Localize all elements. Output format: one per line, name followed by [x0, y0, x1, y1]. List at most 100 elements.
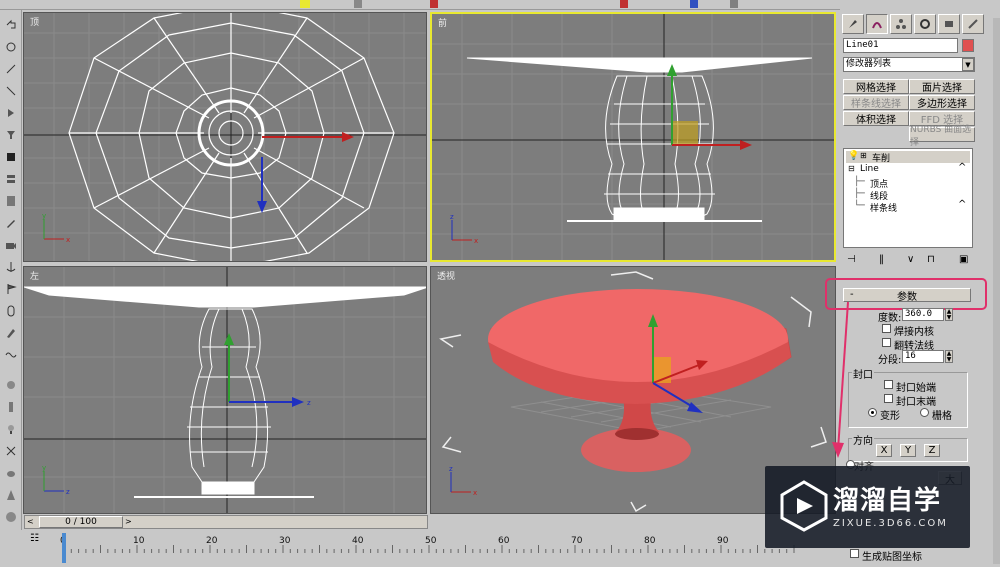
viewport-top[interactable]: x y 顶: [23, 12, 427, 262]
modifier-stack[interactable]: 💡 ⊞ 车削 ⊟ Line ^ ├─ 顶点 ├─ 线段 └─ 样条线 ^: [843, 148, 973, 248]
degrees-label: 度数:: [878, 313, 902, 324]
collapse-icon[interactable]: ⊟: [848, 164, 855, 173]
degrees-input[interactable]: 360.0: [902, 308, 944, 321]
weld-core-checkbox[interactable]: [882, 324, 891, 333]
teapot-icon[interactable]: [3, 466, 18, 480]
layer-stack-icon[interactable]: [3, 194, 18, 208]
wave-icon[interactable]: [3, 348, 18, 362]
move-tool-icon[interactable]: [354, 0, 362, 8]
volume-select-button[interactable]: 体积选择: [843, 111, 909, 126]
viewport-label-perspective[interactable]: 透视: [437, 269, 455, 282]
stack-item-line[interactable]: ⊟ Line ^: [846, 162, 970, 176]
bind-icon[interactable]: [3, 106, 18, 120]
params-rollout-header[interactable]: - 参数: [843, 288, 971, 303]
svg-text:x: x: [66, 236, 70, 244]
filter-icon[interactable]: [3, 128, 18, 142]
slider-right-arrow[interactable]: >: [125, 517, 135, 527]
brush-icon[interactable]: [3, 326, 18, 340]
render-tool-icon[interactable]: [620, 0, 628, 8]
chevron-up-icon[interactable]: ^: [958, 199, 966, 210]
slider-left-arrow[interactable]: <: [27, 517, 37, 527]
stack-item-spline[interactable]: └─ 样条线 ^: [846, 199, 970, 214]
grid-radio[interactable]: [920, 408, 929, 417]
time-slider[interactable]: < 0 / 100 >: [24, 515, 428, 529]
box-select-icon[interactable]: [3, 150, 18, 164]
stack-item-segment[interactable]: ├─ 线段: [846, 189, 970, 202]
left-gizmo[interactable]: z: [224, 333, 311, 407]
stack-item-vertex[interactable]: ├─ 顶点: [846, 177, 970, 190]
ruler-label: 20: [206, 536, 218, 546]
direction-x-button[interactable]: X: [876, 444, 892, 457]
nurbs-select-button[interactable]: NURBS 曲面选择: [909, 125, 975, 148]
lightbulb-icon[interactable]: 💡: [848, 151, 859, 161]
link-icon[interactable]: [3, 62, 18, 76]
viewport-label-left[interactable]: 左: [30, 269, 39, 282]
make-unique-icon[interactable]: ∨: [907, 254, 914, 265]
select-tool-icon[interactable]: [300, 0, 310, 8]
flag-icon[interactable]: [3, 282, 18, 296]
poly-select-button[interactable]: 多边形选择: [909, 95, 975, 110]
viewport-front[interactable]: x z 前: [430, 12, 836, 262]
direction-z-button[interactable]: Z: [924, 444, 940, 457]
rollout-collapse-icon[interactable]: -: [850, 289, 854, 300]
tube-icon[interactable]: [3, 304, 18, 318]
configure-sets-icon[interactable]: ▣: [959, 254, 968, 265]
bone-icon[interactable]: [3, 400, 18, 414]
unlink-icon[interactable]: [3, 84, 18, 98]
redo-icon[interactable]: [3, 40, 18, 54]
cap-start-checkbox[interactable]: [884, 380, 893, 389]
scale-tool-icon[interactable]: [430, 0, 438, 8]
morph-radio[interactable]: [868, 408, 877, 417]
left-axis-tripod: z y: [42, 464, 70, 496]
utilities-tab-icon[interactable]: [962, 14, 984, 34]
spline-select-button[interactable]: 样条线选择: [843, 95, 909, 110]
viewport-left[interactable]: z z y 左: [23, 266, 427, 514]
layer-icon[interactable]: [3, 172, 18, 186]
sphere-icon[interactable]: [3, 510, 18, 524]
camera-icon[interactable]: [3, 238, 18, 252]
viewport-label-front[interactable]: 前: [438, 16, 447, 29]
undo-icon[interactable]: [3, 18, 18, 32]
object-color-swatch[interactable]: [962, 39, 974, 52]
degrees-spinner[interactable]: ▲ ▼: [945, 308, 953, 321]
hand-icon[interactable]: [3, 378, 18, 392]
create-tab-icon[interactable]: [842, 14, 864, 34]
pin-stack-icon[interactable]: ⊣: [847, 254, 856, 265]
perspective-table[interactable]: [488, 289, 792, 472]
pen-icon[interactable]: [3, 216, 18, 230]
perspective-axis-tripod: x z: [449, 465, 477, 497]
modify-tab-icon[interactable]: [866, 14, 888, 34]
display-tab-icon[interactable]: [938, 14, 960, 34]
flip-normals-checkbox[interactable]: [882, 338, 891, 347]
segments-input[interactable]: 16: [902, 350, 944, 363]
current-frame-marker[interactable]: [62, 533, 66, 563]
cone-icon[interactable]: [3, 488, 18, 502]
material-tool-icon[interactable]: [690, 0, 698, 8]
direction-y-button[interactable]: Y: [900, 444, 916, 457]
light-icon[interactable]: [3, 422, 18, 436]
segments-spinner[interactable]: ▲ ▼: [945, 350, 953, 363]
track-bar-toggle-icon[interactable]: ☷: [30, 533, 48, 547]
chevron-up-icon[interactable]: ^: [958, 162, 966, 173]
object-name-field[interactable]: Line01: [843, 38, 958, 53]
front-gizmo[interactable]: [667, 64, 752, 150]
mesh-select-button[interactable]: 网格选择: [843, 79, 909, 94]
curve-editor-icon[interactable]: [730, 0, 738, 8]
gen-mapping-checkbox[interactable]: [850, 549, 859, 558]
helper-icon[interactable]: [3, 444, 18, 458]
modifier-list-dropdown[interactable]: 修改器列表: [843, 57, 975, 72]
frame-counter[interactable]: 0 / 100: [39, 516, 123, 528]
hierarchy-tab-icon[interactable]: [890, 14, 912, 34]
motion-tab-icon[interactable]: [914, 14, 936, 34]
anchor-icon[interactable]: [3, 260, 18, 274]
stack-item-lathe[interactable]: 💡 ⊞ 车削: [846, 151, 970, 164]
expand-icon[interactable]: ⊞: [860, 151, 867, 160]
chevron-down-icon[interactable]: ▼: [962, 58, 974, 71]
viewport-label-top[interactable]: 顶: [30, 15, 39, 28]
command-panel-scrollbar[interactable]: [993, 18, 1000, 564]
cap-end-checkbox[interactable]: [884, 394, 893, 403]
show-end-result-icon[interactable]: ‖: [879, 254, 884, 265]
patch-select-button[interactable]: 面片选择: [909, 79, 975, 94]
track-bar[interactable]: 0102030405060708090: [22, 531, 834, 564]
remove-modifier-icon[interactable]: ⊓: [927, 254, 935, 265]
